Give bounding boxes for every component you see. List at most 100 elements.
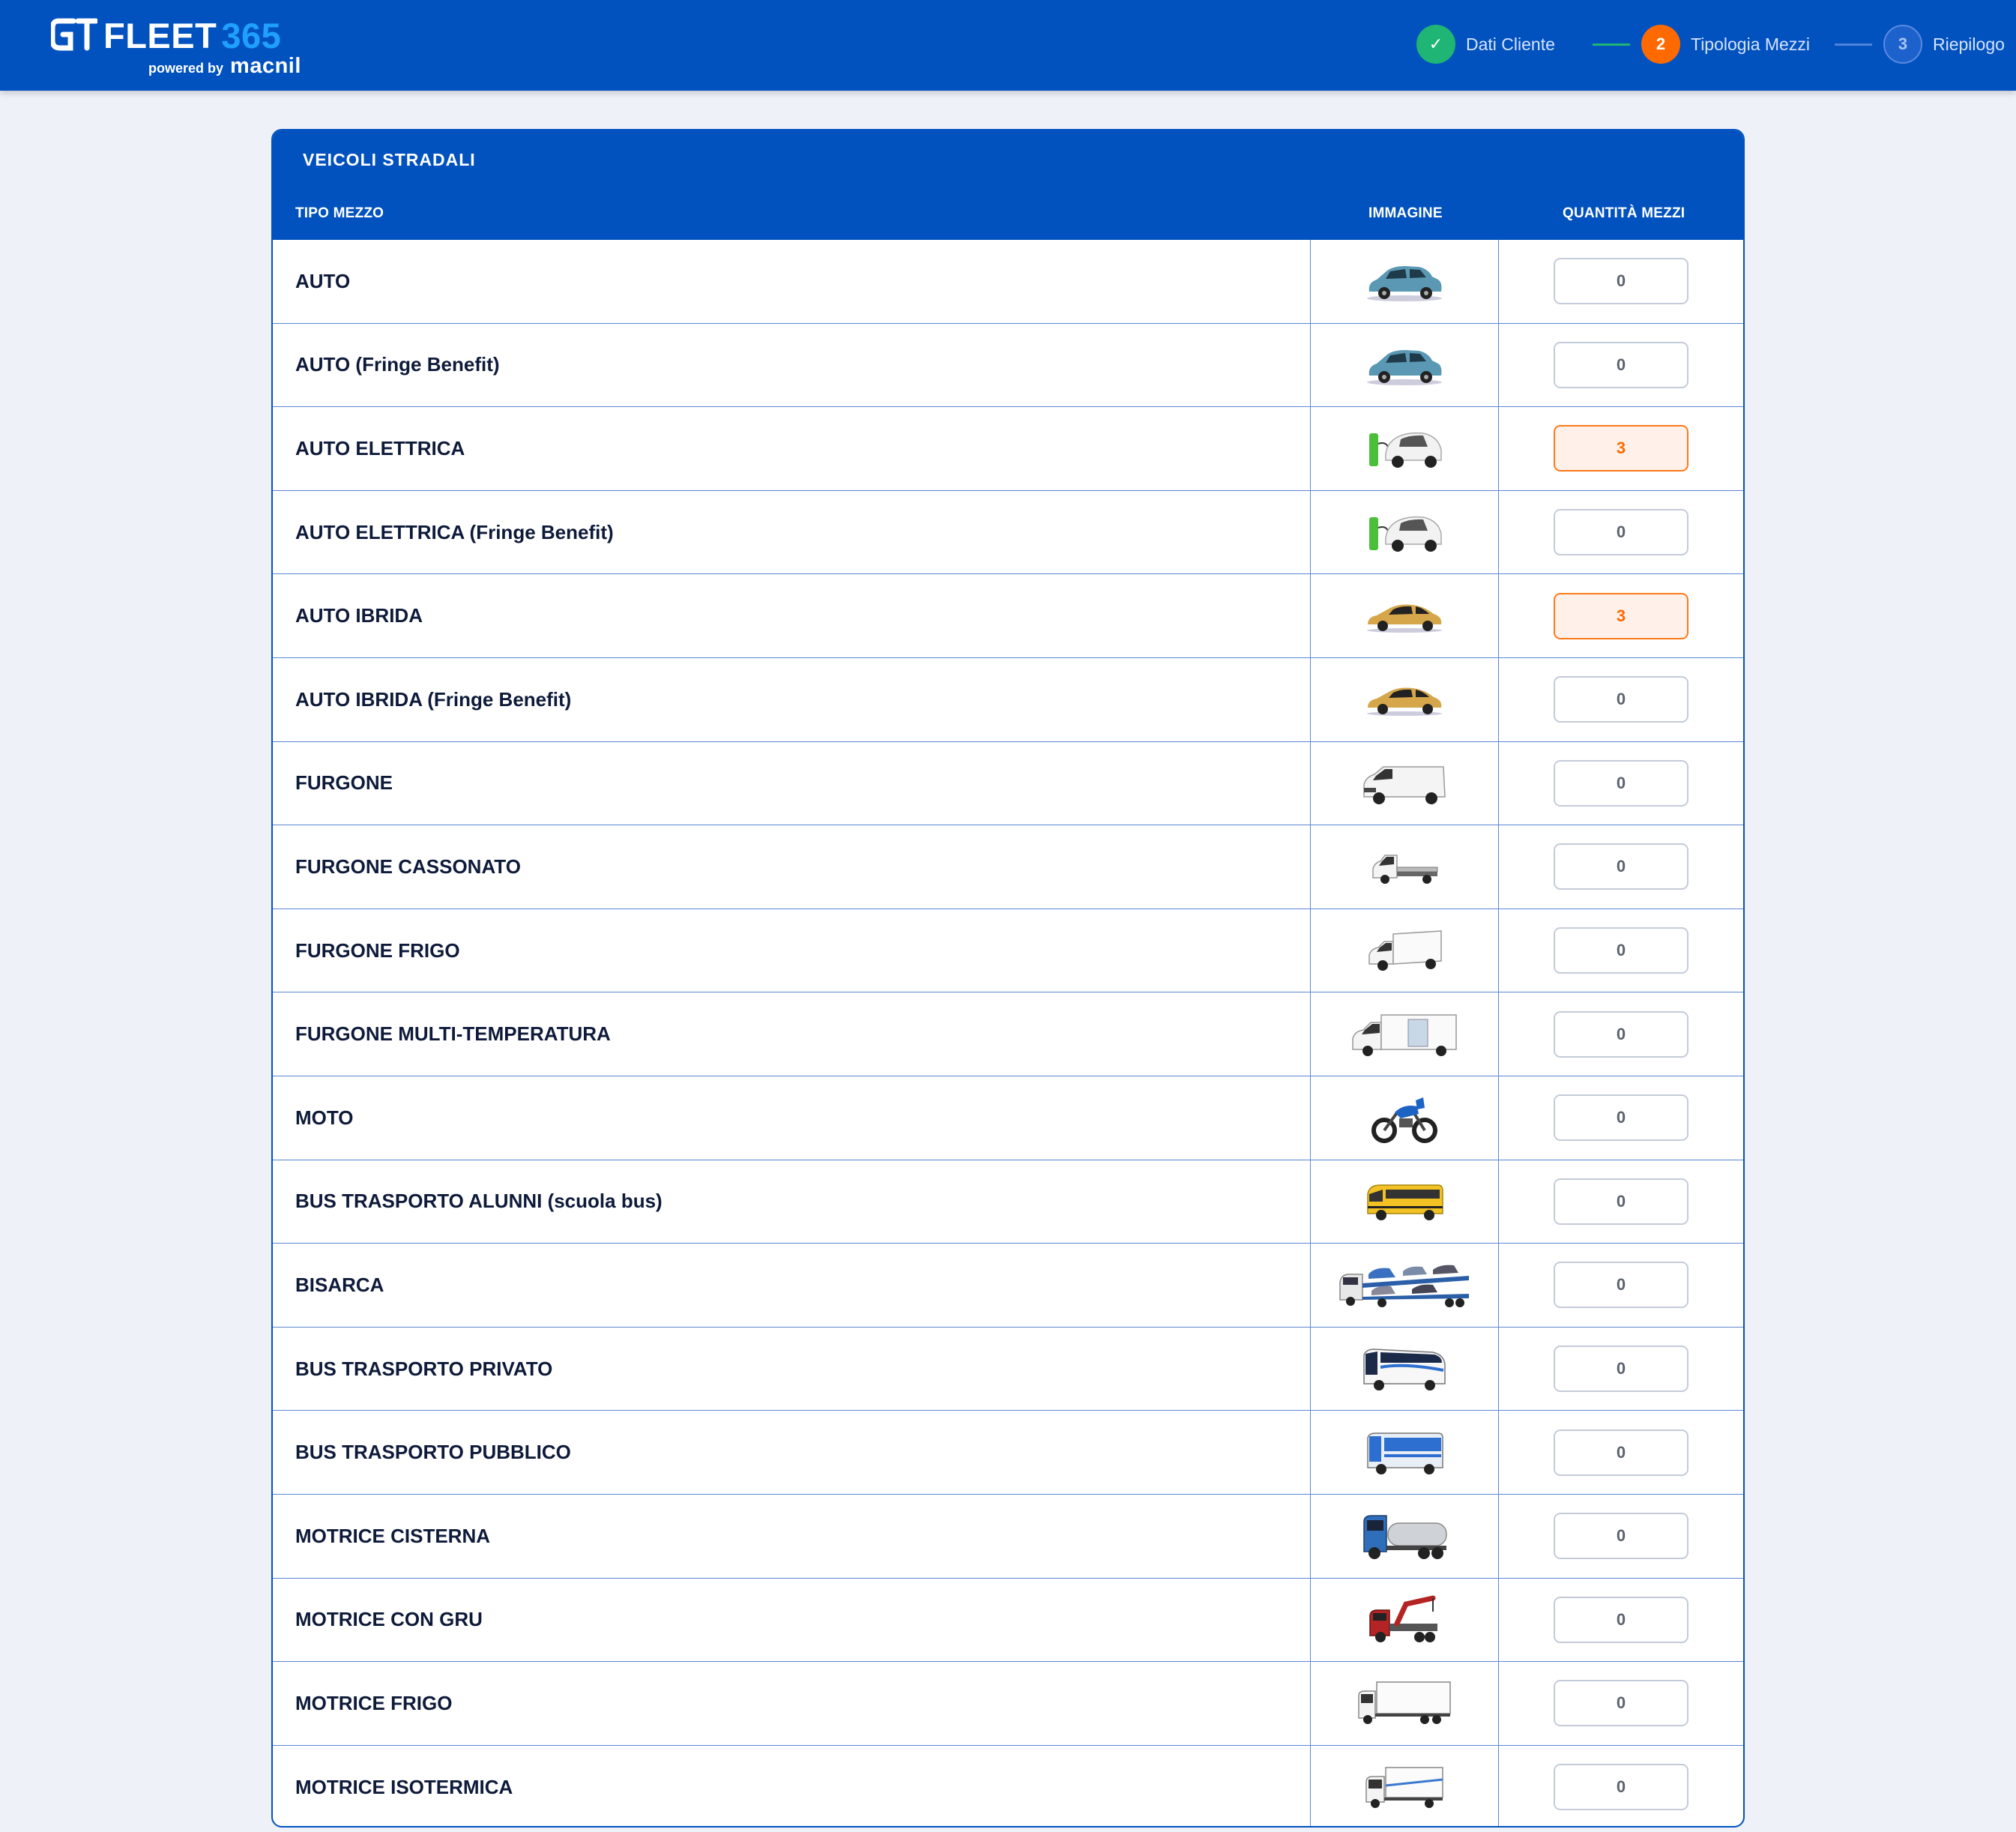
column-header-type: TIPO MEZZO (295, 205, 384, 221)
vehicle-type-label: BUS TRASPORTO PRIVATO (295, 1357, 553, 1380)
step-connector-2 (1835, 43, 1872, 46)
vehicle-type-label: MOTRICE ISOTERMICA (295, 1775, 513, 1798)
car-carrier-icon (1339, 1265, 1469, 1308)
city-bus-icon (1367, 1432, 1443, 1474)
table-row: FURGONE FRIGO (273, 909, 1743, 993)
vehicle-type-label: FURGONE MULTI-TEMPERATURA (295, 1022, 611, 1046)
vehicle-image-cell (1310, 490, 1499, 574)
quantity-input[interactable] (1554, 759, 1688, 807)
powered-by-text: powered by (148, 61, 224, 76)
vehicle-rows: AUTO AUTO (Fringe Benefit) (273, 240, 1743, 1826)
step-2-circle[interactable]: 2 (1641, 25, 1680, 64)
vehicle-type-label: FURGONE FRIGO (295, 938, 460, 962)
brand-number: 365 (221, 16, 282, 55)
table-row: MOTRICE CON GRU (273, 1578, 1743, 1663)
quantity-cell (1499, 742, 1743, 825)
quantity-cell (1499, 491, 1743, 574)
step-3-label[interactable]: Riepilogo (1933, 34, 2005, 55)
vehicle-image-cell (1310, 407, 1499, 490)
quantity-input[interactable] (1554, 1596, 1688, 1643)
quantity-input[interactable] (1554, 509, 1688, 556)
quantity-input[interactable] (1554, 1178, 1688, 1225)
suv-car-icon (1367, 266, 1442, 302)
vehicle-type-label: AUTO (295, 269, 351, 292)
quantity-cell (1499, 1244, 1743, 1327)
step-connector-1 (1593, 43, 1630, 46)
table-row: BUS TRASPORTO PUBBLICO (273, 1411, 1743, 1495)
fleet-365-logo[interactable]: FLEET 365 powered by macnil (51, 15, 306, 78)
quantity-input[interactable] (1554, 843, 1688, 891)
quantity-input[interactable] (1554, 425, 1688, 472)
vehicle-image-cell (1310, 323, 1499, 407)
school-bus-icon (1367, 1184, 1443, 1220)
step-2-label[interactable]: Tipologia Mezzi (1691, 34, 1810, 55)
vehicle-type-label: MOTRICE CON GRU (295, 1608, 483, 1631)
vehicle-image-cell (1310, 1662, 1499, 1745)
van-icon (1363, 766, 1446, 804)
reefer-truck-icon (1358, 1681, 1451, 1725)
quantity-input[interactable] (1554, 676, 1688, 723)
quantity-cell (1499, 1579, 1743, 1662)
vehicle-image-cell (1310, 1327, 1499, 1411)
quantity-input[interactable] (1554, 1262, 1688, 1309)
table-row: AUTO ELETTRICA (273, 407, 1743, 491)
quantity-input[interactable] (1554, 592, 1688, 639)
table-row: AUTO ELETTRICA (Fringe Benefit) (273, 490, 1743, 575)
table-row: BUS TRASPORTO PRIVATO (273, 1327, 1743, 1411)
brand-name: FLEET 365 (103, 15, 281, 56)
table-row: AUTO IBRIDA (Fringe Benefit) (273, 657, 1743, 742)
quantity-cell (1499, 324, 1743, 407)
vehicle-type-label: MOTRICE CISTERNA (295, 1524, 490, 1547)
vehicle-image-cell (1310, 1494, 1499, 1578)
flatbed-van-icon (1372, 855, 1438, 885)
isothermal-truck-icon (1365, 1767, 1443, 1809)
table-row: MOTRICE CISTERNA (273, 1494, 1743, 1579)
vehicle-type-label: AUTO ELETTRICA (295, 436, 465, 459)
quantity-input[interactable] (1554, 1764, 1688, 1811)
quantity-cell (1499, 1160, 1743, 1244)
vehicle-image-cell (1310, 240, 1499, 323)
table-row: MOTO (273, 1076, 1743, 1160)
wizard-stepper: ✓ Dati Cliente 2 Tipologia Mezzi 3 Riepi… (1416, 25, 2016, 67)
vehicle-type-label: FURGONE (295, 771, 393, 795)
vehicle-type-label: AUTO ELETTRICA (Fringe Benefit) (295, 520, 614, 543)
table-row: AUTO (Fringe Benefit) (273, 323, 1743, 408)
hybrid-car-icon (1367, 687, 1442, 717)
vehicle-type-label: BUS TRASPORTO PUBBLICO (295, 1441, 571, 1464)
quantity-input[interactable] (1554, 1680, 1688, 1727)
quantity-input[interactable] (1554, 927, 1688, 974)
vehicle-type-label: BISARCA (295, 1273, 384, 1296)
step-1-circle[interactable]: ✓ (1416, 25, 1455, 64)
logo-mark-icon (51, 18, 97, 51)
vehicle-type-label: MOTRICE FRIGO (295, 1691, 453, 1714)
table-row: MOTRICE FRIGO (273, 1662, 1743, 1746)
quantity-input[interactable] (1554, 258, 1688, 305)
vehicle-image-cell (1310, 574, 1499, 657)
quantity-input[interactable] (1554, 1346, 1688, 1393)
step-1-label[interactable]: Dati Cliente (1466, 34, 1555, 55)
table-row: FURGONE MULTI-TEMPERATURA (273, 992, 1743, 1076)
step-3-number: 3 (1898, 34, 1908, 53)
column-header-image: IMMAGINE (1368, 205, 1443, 221)
quantity-cell (1499, 240, 1743, 323)
table-row: AUTO IBRIDA (273, 574, 1743, 658)
vehicle-type-label: FURGONE CASSONATO (295, 855, 521, 878)
table-row: FURGONE (273, 741, 1743, 826)
step-3-circle[interactable]: 3 (1883, 25, 1922, 64)
quantity-cell (1499, 407, 1743, 490)
quantity-input[interactable] (1554, 1010, 1688, 1058)
electric-car-icon (1369, 516, 1442, 552)
quantity-cell (1499, 1662, 1743, 1745)
quantity-input[interactable] (1554, 1094, 1688, 1142)
table-header: VEICOLI STRADALI TIPO MEZZO IMMAGINE QUA… (273, 130, 1743, 240)
quantity-input[interactable] (1554, 1513, 1688, 1560)
quantity-cell (1499, 992, 1743, 1076)
quantity-input[interactable] (1554, 1429, 1688, 1476)
vehicle-type-label: AUTO IBRIDA (295, 604, 423, 627)
quantity-input[interactable] (1554, 341, 1688, 388)
partner-name: macnil (230, 54, 301, 78)
vehicle-type-card: VEICOLI STRADALI TIPO MEZZO IMMAGINE QUA… (271, 129, 1745, 1828)
vehicle-type-label: AUTO (Fringe Benefit) (295, 353, 500, 376)
quantity-cell (1499, 658, 1743, 741)
quantity-cell (1499, 825, 1743, 909)
